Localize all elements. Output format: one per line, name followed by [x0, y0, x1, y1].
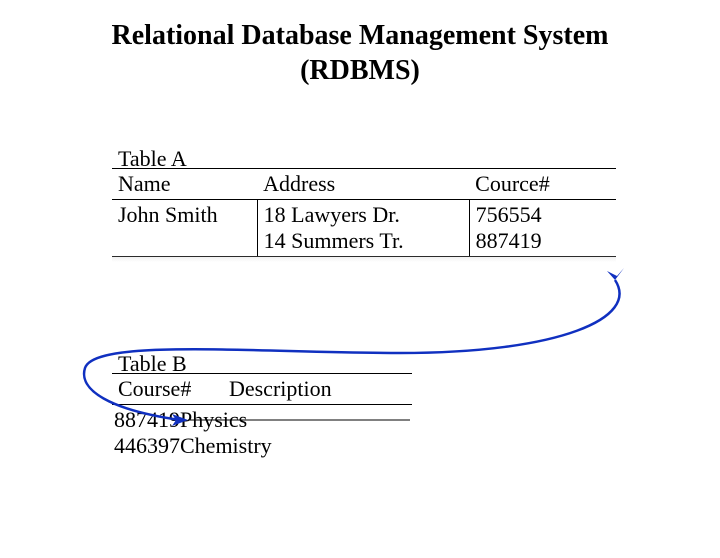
address-line-1: 18 Lawyers Dr. [264, 202, 400, 227]
col-header-name: Name [112, 169, 257, 200]
cell-course: 756554 887419 [469, 200, 616, 257]
relationship-arrow-icon [0, 18, 720, 558]
title-line-1: Relational Database Management System [112, 20, 609, 51]
table-b: Course# Description [112, 374, 412, 405]
cell-desc-b1: Chemistry [180, 433, 272, 458]
course-line-1: 756554 [476, 202, 542, 227]
table-row: 887419Physics [114, 407, 247, 432]
table-row: John Smith 18 Lawyers Dr. 14 Summers Tr.… [112, 200, 616, 257]
page-title: Relational Database Management System (R… [0, 18, 720, 88]
table-b-header-row: Course# Description [112, 374, 412, 405]
col-header-course-b: Course# [112, 374, 223, 405]
title-line-2: (RDBMS) [300, 55, 420, 86]
table-a: Name Address Cource# John Smith 18 Lawye… [112, 169, 616, 256]
cell-name: John Smith [112, 200, 257, 257]
cell-address: 18 Lawyers Dr. 14 Summers Tr. [257, 200, 469, 257]
address-line-2: 14 Summers Tr. [264, 228, 404, 253]
cell-course-b0: 887419 [114, 407, 180, 432]
col-header-address: Address [257, 169, 469, 200]
col-header-course: Cource# [469, 169, 616, 200]
table-b-body: 887419Physics 446397Chemistry [112, 405, 412, 459]
col-header-desc: Description [223, 374, 412, 405]
table-row: 446397Chemistry [114, 433, 272, 458]
table-a-header-row: Name Address Cource# [112, 169, 616, 200]
cell-desc-b0: Physics [180, 407, 247, 432]
course-line-2: 887419 [476, 228, 542, 253]
cell-course-b1: 446397 [114, 433, 180, 458]
